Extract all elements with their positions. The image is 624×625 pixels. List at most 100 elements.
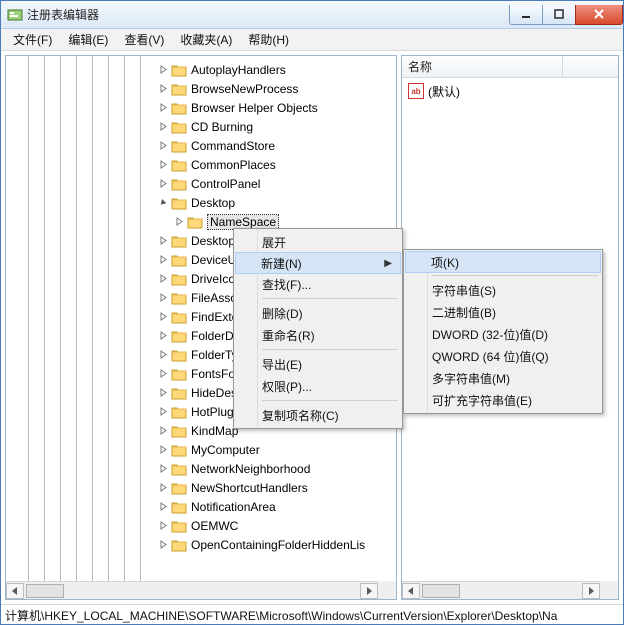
menu-item[interactable]: 可扩充字符串值(E) (406, 389, 600, 411)
expander-icon[interactable] (158, 330, 169, 341)
expander-icon[interactable] (158, 197, 169, 208)
menu-item-label: 复制项名称(C) (262, 407, 339, 424)
expander-icon[interactable] (158, 178, 169, 189)
scroll-left-button[interactable] (6, 583, 24, 599)
tree-hscrollbar[interactable] (6, 581, 378, 599)
expander-icon[interactable] (158, 64, 169, 75)
expander-icon[interactable] (158, 140, 169, 151)
expander-icon[interactable] (158, 387, 169, 398)
context-menu[interactable]: 展开新建(N)▶查找(F)... 删除(D) 重命名(R) 导出(E)权限(P)...… (233, 228, 403, 429)
scroll-track[interactable] (420, 583, 582, 599)
expander-icon[interactable] (158, 406, 169, 417)
tree-item-label: CommandStore (191, 139, 275, 153)
menu-item[interactable]: 新建(N)▶ (235, 252, 401, 274)
maximize-button[interactable] (542, 5, 576, 25)
scroll-right-button[interactable] (360, 583, 378, 599)
menu-view[interactable]: 查看(V) (116, 28, 172, 51)
tree-item-label: KindMap (191, 424, 238, 438)
menu-favorites[interactable]: 收藏夹(A) (172, 28, 240, 51)
expander-icon[interactable] (158, 159, 169, 170)
scroll-thumb[interactable] (26, 584, 64, 598)
menu-item[interactable]: 查找(F)... (236, 273, 400, 295)
expander-icon[interactable] (158, 444, 169, 455)
menu-item-label: 删除(D) (262, 305, 303, 322)
tree-item[interactable]: OpenContainingFolderHiddenLis (6, 535, 396, 554)
menu-item[interactable]: 字符串值(S) (406, 279, 600, 301)
list-item[interactable]: ab (默认) (408, 82, 612, 100)
scroll-corner (378, 581, 396, 599)
minimize-button[interactable] (509, 5, 543, 25)
expander-icon[interactable] (158, 83, 169, 94)
menu-help[interactable]: 帮助(H) (240, 28, 297, 51)
tree-item[interactable]: MyComputer (6, 440, 396, 459)
menu-item[interactable]: 多字符串值(M) (406, 367, 600, 389)
tree-item[interactable]: Desktop (6, 193, 396, 212)
menu-item[interactable]: 权限(P)... (236, 375, 400, 397)
folder-icon (171, 310, 187, 324)
tree-item[interactable]: AutoplayHandlers (6, 60, 396, 79)
menu-item[interactable]: 删除(D) (236, 302, 400, 324)
folder-icon (171, 329, 187, 343)
column-separator[interactable] (562, 56, 563, 78)
registry-editor-window: 注册表编辑器 文件(F) 编辑(E) 查看(V) 收藏夹(A) 帮助(H) Au… (0, 0, 624, 625)
menu-item[interactable]: 展开 (236, 231, 400, 253)
expander-icon[interactable] (158, 539, 169, 550)
expander-icon[interactable] (158, 292, 169, 303)
expander-icon[interactable] (158, 349, 169, 360)
menu-item[interactable]: QWORD (64 位)值(Q) (406, 345, 600, 367)
menu-item[interactable]: 项(K) (405, 251, 601, 273)
menu-item[interactable]: 导出(E) (236, 353, 400, 375)
expander-icon[interactable] (158, 254, 169, 265)
expander-icon[interactable] (158, 102, 169, 113)
expander-icon[interactable] (158, 121, 169, 132)
app-icon (7, 7, 23, 23)
tree-item[interactable]: NetworkNeighborhood (6, 459, 396, 478)
folder-icon (171, 196, 187, 210)
expander-icon[interactable] (158, 235, 169, 246)
menu-item-label: 重命名(R) (262, 327, 315, 344)
tree-item[interactable]: NotificationArea (6, 497, 396, 516)
menu-item-label: QWORD (64 位)值(Q) (432, 348, 549, 365)
menu-separator (432, 275, 598, 276)
expander-icon[interactable] (158, 482, 169, 493)
expander-icon[interactable] (158, 368, 169, 379)
scroll-right-button[interactable] (582, 583, 600, 599)
tree-item[interactable]: OEMWC (6, 516, 396, 535)
tree-item[interactable]: CommonPlaces (6, 155, 396, 174)
expander-icon[interactable] (158, 273, 169, 284)
menu-edit[interactable]: 编辑(E) (60, 28, 116, 51)
new-submenu[interactable]: 项(K) 字符串值(S) 二进制值(B)DWORD (32-位)值(D) QWORD … (403, 249, 603, 414)
scroll-thumb[interactable] (422, 584, 460, 598)
tree-item[interactable]: ControlPanel (6, 174, 396, 193)
menubar: 文件(F) 编辑(E) 查看(V) 收藏夹(A) 帮助(H) (1, 29, 623, 51)
expander-icon[interactable] (158, 520, 169, 531)
tree-item[interactable]: Browser Helper Objects (6, 98, 396, 117)
values-header[interactable]: 名称 (402, 56, 618, 78)
tree-item[interactable]: CommandStore (6, 136, 396, 155)
menu-item[interactable]: 二进制值(B) (406, 301, 600, 323)
column-name[interactable]: 名称 (408, 58, 432, 75)
menu-item[interactable]: 复制项名称(C) (236, 404, 400, 426)
folder-icon (171, 367, 187, 381)
expander-icon[interactable] (158, 311, 169, 322)
scroll-left-button[interactable] (402, 583, 420, 599)
menu-file[interactable]: 文件(F) (5, 28, 60, 51)
menu-item[interactable]: DWORD (32-位)值(D) (406, 323, 600, 345)
menu-item[interactable]: 重命名(R) (236, 324, 400, 346)
menu-item-label: 可扩充字符串值(E) (432, 392, 532, 409)
menu-separator (262, 400, 398, 401)
folder-icon (171, 443, 187, 457)
expander-icon[interactable] (158, 501, 169, 512)
submenu-arrow-icon: ▶ (384, 258, 392, 269)
values-hscrollbar[interactable] (402, 581, 600, 599)
close-button[interactable] (575, 5, 623, 25)
menu-item-label: 字符串值(S) (432, 282, 496, 299)
tree-item[interactable]: CD Burning (6, 117, 396, 136)
expander-icon[interactable] (158, 425, 169, 436)
scroll-track[interactable] (24, 583, 360, 599)
tree-item[interactable]: BrowseNewProcess (6, 79, 396, 98)
folder-icon (171, 272, 187, 286)
tree-item[interactable]: NewShortcutHandlers (6, 478, 396, 497)
expander-icon[interactable] (174, 216, 185, 227)
expander-icon[interactable] (158, 463, 169, 474)
